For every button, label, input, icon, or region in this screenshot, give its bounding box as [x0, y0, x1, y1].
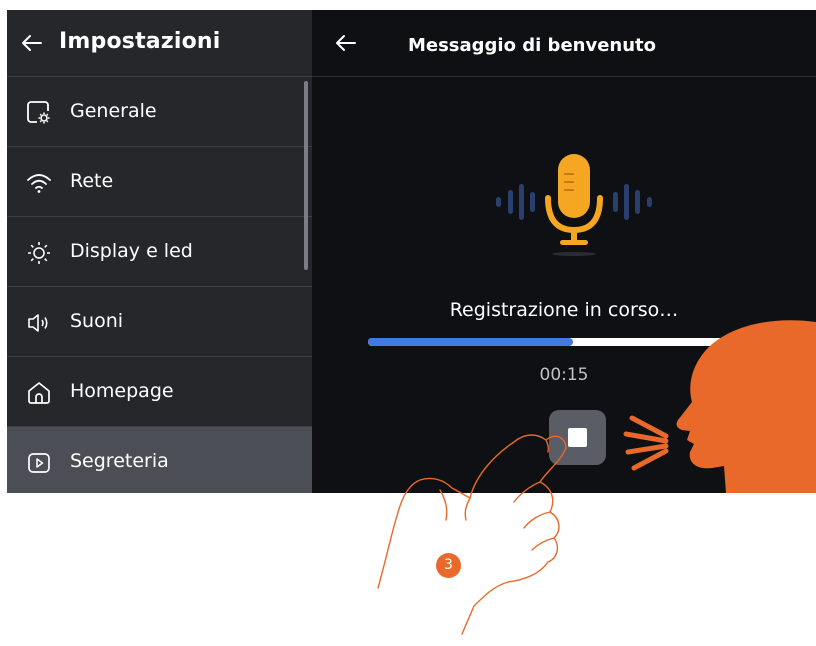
sun-icon [26, 240, 52, 266]
sidebar-title: Impostazioni [59, 29, 221, 54]
sidebar-item-label: Homepage [70, 380, 174, 402]
speaker-icon [26, 310, 52, 336]
sidebar-item-label: Rete [70, 170, 114, 192]
progress-fill [368, 338, 574, 346]
stop-icon [568, 428, 587, 447]
panel-title: Messaggio di benvenuto [407, 35, 657, 56]
sidebar-item-label: Generale [70, 100, 157, 122]
sidebar-item-display[interactable]: Display e led [7, 216, 312, 287]
wifi-icon [26, 170, 52, 196]
sidebar-item-label: Segreteria [70, 450, 169, 472]
panel-header: Messaggio di benvenuto [312, 10, 816, 77]
settings-sidebar: Impostazioni Generale Rete Display e led… [7, 10, 312, 493]
sidebar-item-label: Display e led [70, 240, 193, 262]
recording-timer: 00:15 [539, 365, 589, 385]
recording-progress-bar [368, 338, 728, 346]
sidebar-item-homepage[interactable]: Homepage [7, 356, 312, 427]
microphone-icon [484, 140, 664, 260]
sidebar-item-suoni[interactable]: Suoni [7, 286, 312, 357]
sidebar-item-rete[interactable]: Rete [7, 146, 312, 217]
recording-status: Registrazione in corso… [449, 299, 679, 321]
back-arrow-icon[interactable] [20, 31, 44, 59]
home-icon [26, 380, 52, 406]
play-icon [26, 450, 52, 476]
message-panel: Messaggio di benvenuto Registrazione in … [312, 10, 816, 493]
stop-recording-button[interactable] [549, 410, 606, 465]
sidebar-item-generale[interactable]: Generale [7, 76, 312, 147]
sidebar-item-label: Suoni [70, 310, 124, 332]
settings-gear-icon [26, 100, 52, 126]
sidebar-header: Impostazioni [7, 10, 312, 77]
sidebar-item-segreteria[interactable]: Segreteria [7, 426, 312, 493]
device-screen: Impostazioni Generale Rete Display e led… [7, 10, 816, 493]
sidebar-scrollbar[interactable] [304, 81, 308, 270]
step-number-badge: 3 [436, 553, 461, 578]
